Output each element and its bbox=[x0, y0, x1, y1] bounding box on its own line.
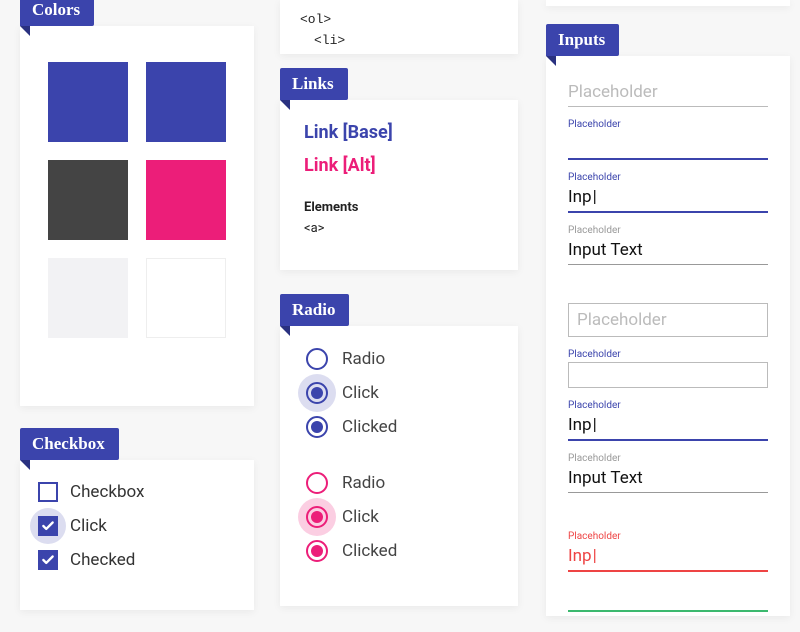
color-swatch[interactable] bbox=[146, 62, 226, 142]
checkbox-label: Click bbox=[70, 516, 107, 536]
radio-row[interactable]: Click bbox=[306, 382, 492, 404]
radio-icon[interactable] bbox=[306, 506, 328, 528]
input-line bbox=[568, 584, 768, 612]
radio-label: Radio bbox=[342, 349, 385, 369]
input-floatlabel: Placeholder bbox=[568, 453, 768, 464]
text-input[interactable]: Placeholder Input Text bbox=[568, 453, 768, 493]
color-swatch[interactable] bbox=[146, 160, 226, 240]
input-value: Inp bbox=[568, 187, 597, 207]
color-swatch[interactable] bbox=[48, 258, 128, 338]
input-value: Input Text bbox=[568, 238, 768, 265]
text-input[interactable]: Placeholder bbox=[568, 303, 768, 337]
checkbox-box-icon[interactable] bbox=[38, 516, 58, 536]
text-input[interactable]: Placeholder Inp bbox=[568, 531, 768, 572]
radio-row[interactable]: Radio bbox=[306, 472, 492, 494]
colors-card: Colors bbox=[20, 26, 254, 406]
elements-tag: <a> bbox=[304, 221, 494, 236]
radio-row[interactable]: Clicked bbox=[306, 416, 492, 438]
radio-row[interactable]: Click bbox=[306, 506, 492, 528]
text-input[interactable]: Placeholder bbox=[568, 119, 768, 160]
colors-title: Colors bbox=[20, 0, 94, 26]
radio-label: Click bbox=[342, 507, 379, 527]
radio-card: Radio Radio Click Clicked Radio Click bbox=[280, 326, 518, 606]
input-floatlabel: Placeholder bbox=[568, 531, 768, 542]
input-line bbox=[568, 362, 768, 388]
input-value: Inp bbox=[568, 546, 597, 566]
radio-row[interactable]: Radio bbox=[306, 348, 492, 370]
input-floatlabel: Placeholder bbox=[568, 119, 768, 130]
text-input[interactable]: Placeholder bbox=[568, 80, 768, 107]
color-swatch[interactable] bbox=[48, 160, 128, 240]
color-swatch[interactable] bbox=[146, 258, 226, 338]
links-card: Links Link [Base] Link [Alt] Elements <a… bbox=[280, 100, 518, 270]
text-input[interactable] bbox=[568, 584, 768, 612]
code-line: <ol> bbox=[300, 10, 498, 31]
input-floatlabel: Placeholder bbox=[568, 400, 768, 411]
link-alt[interactable]: Link [Alt] bbox=[304, 155, 494, 176]
radio-icon[interactable] bbox=[306, 348, 328, 370]
color-swatch[interactable] bbox=[48, 62, 128, 142]
input-line bbox=[568, 132, 768, 160]
radio-label: Clicked bbox=[342, 417, 397, 437]
checkbox-label: Checkbox bbox=[70, 482, 144, 502]
radio-icon[interactable] bbox=[306, 416, 328, 438]
input-floatlabel: Placeholder bbox=[568, 349, 768, 360]
radio-label: Radio bbox=[342, 473, 385, 493]
checkbox-row[interactable]: Checked bbox=[38, 550, 236, 570]
inputs-title: Inputs bbox=[546, 24, 619, 56]
checkbox-title: Checkbox bbox=[20, 428, 119, 460]
radio-icon[interactable] bbox=[306, 382, 328, 404]
checkbox-card: Checkbox Checkbox Click Checked bbox=[20, 460, 254, 610]
checkbox-box-icon[interactable] bbox=[38, 550, 58, 570]
input-value: Input Text bbox=[568, 466, 768, 493]
link-base[interactable]: Link [Base] bbox=[304, 122, 494, 143]
radio-icon[interactable] bbox=[306, 472, 328, 494]
checkbox-box-icon[interactable] bbox=[38, 482, 58, 502]
text-input[interactable]: Placeholder Inp bbox=[568, 172, 768, 213]
checkbox-row[interactable]: Click bbox=[38, 516, 236, 536]
code-snippet-card: <ol> <li> bbox=[280, 0, 518, 54]
input-placeholder: Placeholder bbox=[568, 303, 768, 337]
links-title: Links bbox=[280, 68, 348, 100]
text-input[interactable]: Placeholder Input Text bbox=[568, 225, 768, 265]
radio-title: Radio bbox=[280, 294, 349, 326]
checkbox-row[interactable]: Checkbox bbox=[38, 482, 236, 502]
checkbox-label: Checked bbox=[70, 550, 135, 570]
input-placeholder: Placeholder bbox=[568, 80, 768, 107]
elements-heading: Elements bbox=[304, 200, 494, 215]
text-input[interactable]: Placeholder Inp bbox=[568, 400, 768, 441]
input-floatlabel: Placeholder bbox=[568, 172, 768, 183]
input-value: Inp bbox=[568, 415, 597, 435]
text-input[interactable]: Placeholder bbox=[568, 349, 768, 388]
input-floatlabel: Placeholder bbox=[568, 225, 768, 236]
radio-icon[interactable] bbox=[306, 540, 328, 562]
radio-label: Click bbox=[342, 383, 379, 403]
inputs-card: Inputs Placeholder Placeholder Placehold… bbox=[546, 56, 790, 616]
code-line: <li> bbox=[300, 31, 498, 52]
radio-row[interactable]: Clicked bbox=[306, 540, 492, 562]
partial-card bbox=[546, 0, 790, 6]
radio-label: Clicked bbox=[342, 541, 397, 561]
